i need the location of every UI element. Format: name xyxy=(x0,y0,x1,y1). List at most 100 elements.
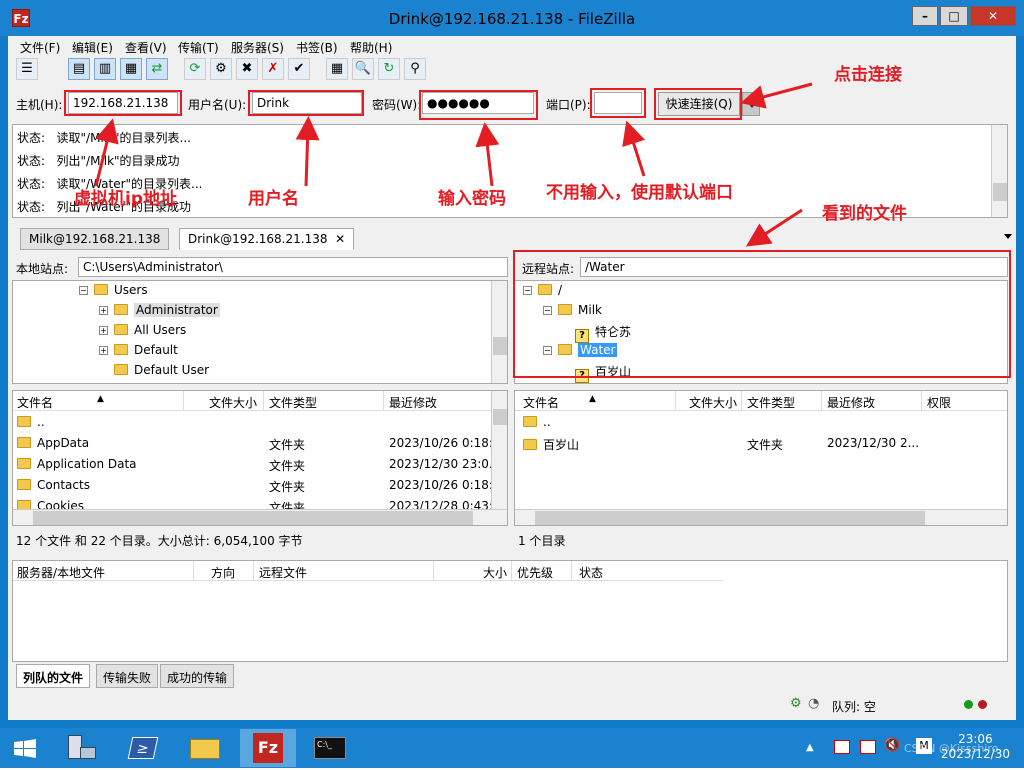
table-row[interactable]: Cookies 文件夹 2023/12/28 0:43:.. xyxy=(13,496,507,510)
log-scrollbar[interactable] xyxy=(991,125,1007,217)
col-filename[interactable]: 文件名 xyxy=(523,394,559,411)
col-remote-file[interactable]: 远程文件 xyxy=(259,564,307,581)
log-line: 状态: 列出"/Milk"的目录成功 xyxy=(17,154,180,168)
menu-bar: 文件(F) 编辑(E) 查看(V) 传输(T) 服务器(S) 书签(B) 帮助(… xyxy=(8,36,1016,56)
find-files-icon[interactable]: ⚲ xyxy=(404,58,426,80)
tree-item[interactable]: Default User xyxy=(114,363,209,377)
col-type[interactable]: 文件类型 xyxy=(747,394,795,411)
quickconnect-dropdown[interactable] xyxy=(742,92,760,116)
toggle-remote-tree-icon[interactable]: ▦ xyxy=(120,58,142,80)
reconnect-icon[interactable]: ✔ xyxy=(288,58,310,80)
local-list-hscroll[interactable] xyxy=(13,509,507,525)
clock[interactable]: 23:06 2023/12/30 xyxy=(941,732,1010,762)
tabs-dropdown-icon[interactable] xyxy=(1004,234,1012,239)
col-size[interactable]: 文件大小 xyxy=(689,394,737,411)
local-tree[interactable]: − Users + Administrator + All Users + Defaul… xyxy=(12,280,508,384)
filezilla-taskbar-icon[interactable]: Fz xyxy=(240,729,296,767)
col-server-local[interactable]: 服务器/本地文件 xyxy=(17,564,105,581)
password-highlight xyxy=(419,90,538,120)
tree-item[interactable]: − Users xyxy=(79,283,148,297)
minimize-button[interactable]: – xyxy=(912,6,938,26)
table-row[interactable]: AppData 文件夹 2023/10/26 0:18:.. xyxy=(13,433,507,454)
tray-volume-icon[interactable]: 🔇 xyxy=(884,738,900,753)
cmd-icon[interactable]: C:\_ xyxy=(302,729,358,767)
menu-edit[interactable]: 编辑(E) xyxy=(72,39,113,56)
col-modified[interactable]: 最近修改 xyxy=(827,394,875,411)
file-explorer-icon[interactable] xyxy=(178,729,234,767)
local-list-vscroll[interactable] xyxy=(491,391,507,509)
col-priority[interactable]: 优先级 xyxy=(517,564,553,581)
annotation-user: 用户名 xyxy=(248,189,299,209)
port-highlight xyxy=(590,88,646,118)
toggle-queue-icon[interactable]: ⇄ xyxy=(146,58,168,80)
menu-server[interactable]: 服务器(S) xyxy=(231,39,284,56)
col-size[interactable]: 大小 xyxy=(483,564,507,581)
table-row[interactable]: 百岁山 文件夹 2023/12/30 2... xyxy=(515,433,1007,454)
table-row[interactable]: Contacts 文件夹 2023/10/26 0:18:.. xyxy=(13,475,507,496)
menu-file[interactable]: 文件(F) xyxy=(20,39,60,56)
transfer-queue[interactable]: 服务器/本地文件 方向 远程文件 大小 优先级 状态 xyxy=(12,560,1008,662)
menu-help[interactable]: 帮助(H) xyxy=(350,39,392,56)
server-manager-icon[interactable] xyxy=(54,729,110,767)
table-row[interactable]: .. xyxy=(13,412,507,433)
connection-tabs: Milk@192.168.21.138 Drink@192.168.21.138… xyxy=(12,226,1012,250)
tray-network-icon[interactable] xyxy=(860,740,876,754)
toggle-local-tree-icon[interactable]: ▥ xyxy=(94,58,116,80)
tab-failed-transfers[interactable]: 传输失败 xyxy=(96,664,159,688)
user-label: 用户名(U): xyxy=(188,98,247,112)
menu-view[interactable]: 查看(V) xyxy=(125,39,167,56)
tree-item[interactable]: + Default xyxy=(99,343,178,357)
table-row[interactable]: Application Data 文件夹 2023/12/30 23:0.. xyxy=(13,454,507,475)
sync-icon[interactable]: ↻ xyxy=(378,58,400,80)
col-type[interactable]: 文件类型 xyxy=(269,394,317,411)
remote-list-hscroll[interactable] xyxy=(515,509,1007,525)
tree-item[interactable]: + Administrator xyxy=(99,303,220,317)
col-modified[interactable]: 最近修改 xyxy=(389,394,437,411)
receive-led-icon xyxy=(978,700,987,709)
filezilla-window: Fz Drink@192.168.21.138 - FileZilla – □ … xyxy=(0,0,1024,728)
col-permissions[interactable]: 权限 xyxy=(927,394,951,411)
filter-icon[interactable]: ▦ xyxy=(326,58,348,80)
local-file-list[interactable]: 文件名 ▲ 文件大小 文件类型 最近修改 .. AppData 文件夹 2023/1… xyxy=(12,390,508,526)
title-bar[interactable]: Fz Drink@192.168.21.138 - FileZilla – □ … xyxy=(0,0,1024,36)
menu-bookmarks[interactable]: 书签(B) xyxy=(296,39,338,56)
refresh-icon[interactable]: ⟳ xyxy=(184,58,206,80)
tray-show-hidden-icon[interactable]: ▲ xyxy=(806,742,814,753)
tree-item[interactable]: + All Users xyxy=(99,323,186,337)
annotation-host: 虚拟机ip地址 xyxy=(74,189,177,209)
cancel-icon[interactable]: ✖ xyxy=(236,58,258,80)
powershell-icon[interactable]: ≥ xyxy=(116,729,172,767)
start-button[interactable] xyxy=(0,729,50,767)
send-led-icon xyxy=(964,700,973,709)
tab-drink[interactable]: Drink@192.168.21.138 ✕ xyxy=(179,228,355,250)
col-direction[interactable]: 方向 xyxy=(211,564,235,581)
site-manager-icon[interactable]: ☰ xyxy=(16,58,38,80)
taskbar: ≥ Fz C:\_ ▲ 🔇 M CSDN @Kissshiro 23:06 20… xyxy=(0,728,1024,768)
table-row[interactable]: .. xyxy=(515,412,1007,433)
menu-transfer[interactable]: 传输(T) xyxy=(178,39,219,56)
local-path-input[interactable]: C:\Users\Administrator\ xyxy=(78,257,508,277)
close-button[interactable]: ✕ xyxy=(970,6,1016,26)
col-status[interactable]: 状态 xyxy=(579,564,603,581)
tab-milk[interactable]: Milk@192.168.21.138 xyxy=(20,228,170,250)
remote-list-header: 文件名 ▲ 文件大小 文件类型 最近修改 权限 xyxy=(515,391,1007,411)
folder-icon xyxy=(114,324,128,335)
tab-successful-transfers[interactable]: 成功的传输 xyxy=(160,664,235,688)
disconnect-icon[interactable]: ✗ xyxy=(262,58,284,80)
scroll-thumb[interactable] xyxy=(993,183,1007,201)
col-size[interactable]: 文件大小 xyxy=(209,394,257,411)
gear-icon[interactable]: ⚙ xyxy=(790,696,802,711)
tray-flag-icon[interactable] xyxy=(834,740,850,754)
col-filename[interactable]: 文件名 xyxy=(17,394,53,411)
tab-queued-files[interactable]: 列队的文件 xyxy=(16,664,91,688)
queue-tabs: 列队的文件 传输失败 成功的传输 xyxy=(12,664,412,688)
toggle-log-icon[interactable]: ▤ xyxy=(68,58,90,80)
folder-icon xyxy=(114,364,128,375)
maximize-button[interactable]: □ xyxy=(940,6,968,26)
remote-file-list[interactable]: 文件名 ▲ 文件大小 文件类型 最近修改 权限 .. 百岁山 文件夹 2023/12… xyxy=(514,390,1008,526)
process-queue-icon[interactable]: ⚙ xyxy=(210,58,232,80)
speed-limit-icon[interactable]: ◔ xyxy=(808,696,819,711)
scroll-thumb[interactable] xyxy=(493,337,507,355)
local-tree-scrollbar[interactable] xyxy=(491,281,507,383)
search-icon[interactable]: 🔍 xyxy=(352,58,374,80)
